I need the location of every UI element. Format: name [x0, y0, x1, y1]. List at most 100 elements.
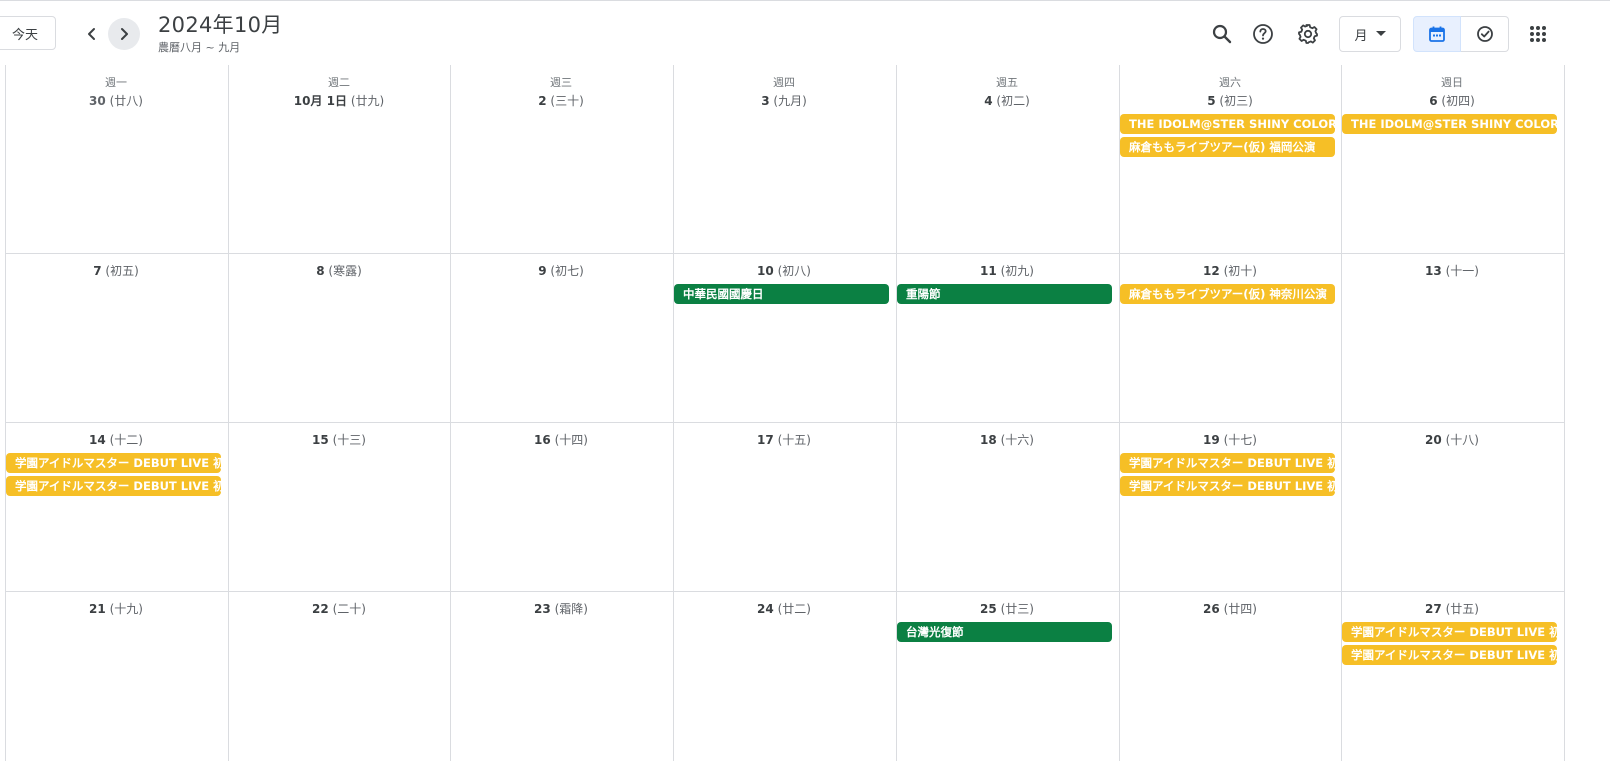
settings-button[interactable]: [1290, 16, 1326, 52]
day-number[interactable]: 13 (十一): [1341, 262, 1563, 279]
event-chip[interactable]: 学園アイドルマスター DEBUT LIVE 初: [1342, 645, 1557, 665]
lunar-date: (初三): [1219, 94, 1253, 108]
event-chip[interactable]: 学園アイドルマスター DEBUT LIVE 初: [6, 453, 221, 473]
lunar-subtitle: 農曆八月 ~ 九月: [158, 41, 241, 54]
day-cell[interactable]: [674, 423, 896, 591]
event-chip[interactable]: 重陽節: [897, 284, 1112, 304]
day-cell[interactable]: [6, 592, 228, 761]
day-date: 12: [1203, 264, 1220, 278]
event-chip[interactable]: 麻倉ももライブツアー(仮) 福岡公演: [1120, 137, 1335, 157]
day-cell[interactable]: [674, 592, 896, 761]
day-date: 16: [534, 433, 551, 447]
event-chip[interactable]: 台灣光復節: [897, 622, 1112, 642]
view-selector[interactable]: 月: [1339, 16, 1401, 52]
day-date: 4: [984, 94, 993, 108]
search-icon: [1212, 24, 1232, 44]
lunar-date: (寒露): [328, 264, 362, 278]
event-chip[interactable]: 学園アイドルマスター DEBUT LIVE 初: [1120, 453, 1335, 473]
day-cell[interactable]: [229, 254, 451, 422]
previous-month-button[interactable]: [76, 18, 108, 50]
day-number[interactable]: 21 (十九): [5, 600, 227, 617]
day-number[interactable]: 8 (寒露): [228, 262, 450, 279]
day-number[interactable]: 22 (二十): [228, 600, 450, 617]
day-number[interactable]: 23 (霜降): [450, 600, 672, 617]
day-cell[interactable]: [1120, 423, 1342, 591]
help-icon: [1253, 24, 1273, 44]
day-number[interactable]: 24 (廿二): [673, 600, 895, 617]
day-number[interactable]: 15 (十三): [228, 431, 450, 448]
day-number[interactable]: 27 (廿五): [1341, 600, 1563, 617]
day-number[interactable]: 7 (初五): [5, 262, 227, 279]
day-cell[interactable]: [229, 423, 451, 591]
day-number[interactable]: 5 (初三): [1119, 92, 1341, 109]
lunar-date: (十七): [1223, 433, 1257, 447]
event-chip[interactable]: 学園アイドルマスター DEBUT LIVE 初: [1120, 476, 1335, 496]
day-number[interactable]: 6 (初四): [1341, 92, 1563, 109]
day-cell[interactable]: [897, 423, 1119, 591]
day-cell[interactable]: [1342, 254, 1564, 422]
tasks-view-toggle[interactable]: [1461, 16, 1509, 52]
day-number[interactable]: 10 (初八): [673, 262, 895, 279]
grid-column-line: [1564, 65, 1565, 761]
lunar-date: (十九): [109, 602, 143, 616]
day-number[interactable]: 9 (初七): [450, 262, 672, 279]
apps-button[interactable]: [1520, 16, 1556, 52]
day-cell[interactable]: [451, 592, 673, 761]
day-cell[interactable]: [6, 423, 228, 591]
lunar-date: (霜降): [554, 602, 588, 616]
lunar-date: (初十): [1223, 264, 1257, 278]
event-chip[interactable]: THE IDOLM@STER SHINY COLORS 6: [1120, 114, 1335, 134]
day-number[interactable]: 20 (十八): [1341, 431, 1563, 448]
lunar-date: (廿八): [109, 94, 143, 108]
day-number[interactable]: 2 (三十): [450, 92, 672, 109]
event-chip[interactable]: 麻倉ももライブツアー(仮) 神奈川公演: [1120, 284, 1335, 304]
day-date: 10月 1日: [293, 94, 348, 108]
day-date: 8: [316, 264, 325, 278]
day-cell[interactable]: [6, 254, 228, 422]
search-button[interactable]: [1204, 16, 1240, 52]
day-cell[interactable]: [897, 254, 1119, 422]
next-month-button[interactable]: [108, 18, 140, 50]
day-number[interactable]: 14 (十二): [5, 431, 227, 448]
month-grid: 週一 週二 週三 週四 週五 週六 週日 30 (廿八) 10月 1日 (廿九) 2 (三十) 3 …: [5, 65, 1565, 761]
today-button[interactable]: 今天: [0, 16, 56, 50]
day-cell[interactable]: [1342, 592, 1564, 761]
day-date: 11: [980, 264, 997, 278]
caret-down-icon: [1375, 31, 1386, 36]
event-chip[interactable]: 中華民國國慶日: [674, 284, 889, 304]
chevron-left-icon: [88, 28, 95, 40]
event-chip[interactable]: 学園アイドルマスター DEBUT LIVE 初: [1342, 622, 1557, 642]
day-number[interactable]: 12 (初十): [1119, 262, 1341, 279]
day-cell[interactable]: [451, 423, 673, 591]
day-number[interactable]: 30 (廿八): [5, 92, 227, 109]
day-number[interactable]: 16 (十四): [450, 431, 672, 448]
day-number[interactable]: 17 (十五): [673, 431, 895, 448]
calendar-view-toggle[interactable]: [1413, 16, 1461, 52]
day-date: 22: [312, 602, 329, 616]
day-cell[interactable]: [1120, 592, 1342, 761]
day-cell[interactable]: [1120, 254, 1342, 422]
day-number[interactable]: 19 (十七): [1119, 431, 1341, 448]
day-number[interactable]: 18 (十六): [896, 431, 1118, 448]
event-chip[interactable]: THE IDOLM@STER SHINY COLORS 6: [1342, 114, 1557, 134]
day-cell[interactable]: [897, 592, 1119, 761]
calendar-icon: [1429, 26, 1445, 42]
lunar-date: (十一): [1445, 264, 1479, 278]
day-cell[interactable]: [229, 592, 451, 761]
help-button[interactable]: [1245, 16, 1281, 52]
day-number[interactable]: 11 (初九): [896, 262, 1118, 279]
day-cell[interactable]: [674, 254, 896, 422]
event-chip[interactable]: 学園アイドルマスター DEBUT LIVE 初: [6, 476, 221, 496]
lunar-date: (初七): [550, 264, 584, 278]
day-cell[interactable]: [1342, 423, 1564, 591]
apps-grid-icon: [1530, 26, 1546, 42]
day-cell[interactable]: [451, 254, 673, 422]
lunar-date: (十五): [777, 433, 811, 447]
day-number[interactable]: 10月 1日 (廿九): [228, 92, 450, 109]
day-number[interactable]: 25 (廿三): [896, 600, 1118, 617]
day-number[interactable]: 26 (廿四): [1119, 600, 1341, 617]
lunar-date: (廿二): [777, 602, 811, 616]
day-number[interactable]: 3 (九月): [673, 92, 895, 109]
day-date: 24: [757, 602, 774, 616]
day-number[interactable]: 4 (初二): [896, 92, 1118, 109]
